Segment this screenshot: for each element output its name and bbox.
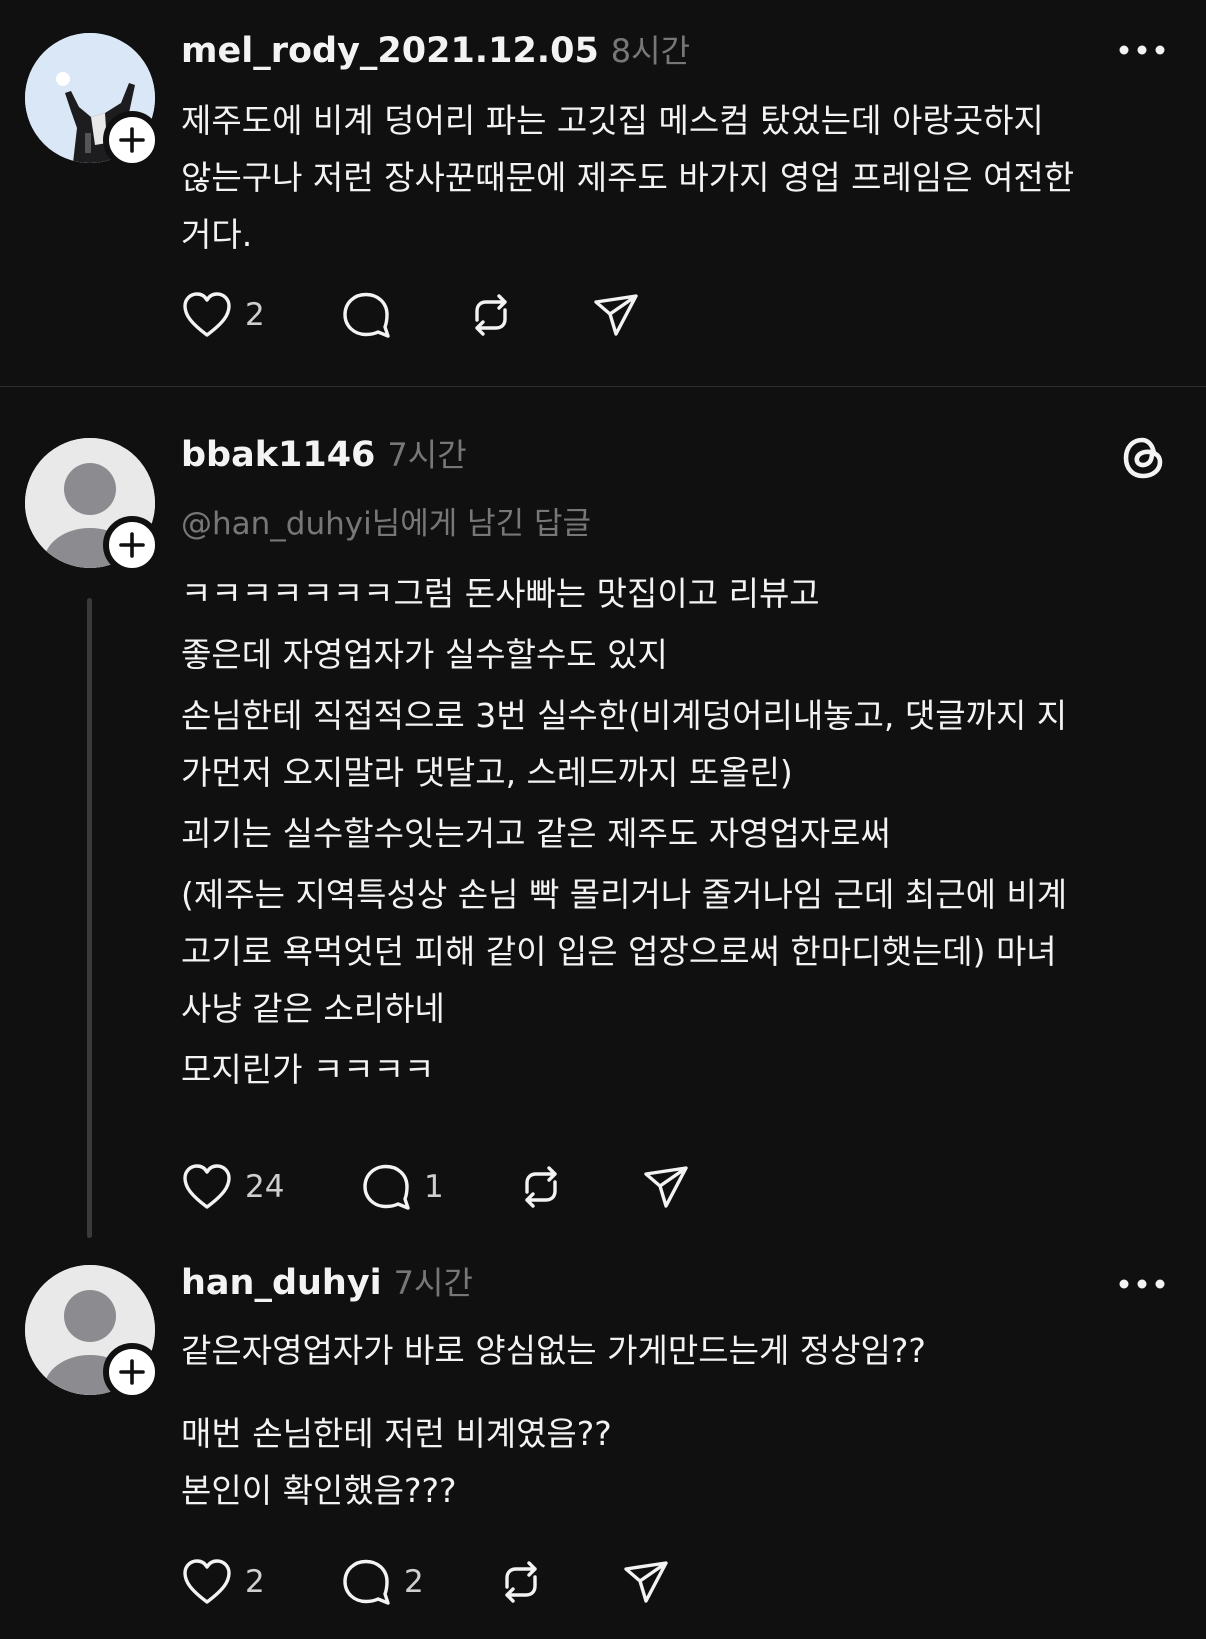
repost-icon [475,294,507,336]
like-count: 2 [245,1564,265,1600]
post-text-line: 고기로 욕먹엇던 피해 같이 입은 업장으로써 한마디햇는데) 마녀 [181,932,1057,971]
send-icon [624,1561,668,1603]
reply-to-label[interactable]: @han_duhyi님에게 남긴 답글 [181,498,591,543]
post-header: han_duhyi 7시간 [181,1258,473,1304]
heart-icon [183,1559,231,1604]
post-body: 같은자영업자가 바로 양심없는 가게만드는게 정상임?? 매번 손님한테 저런 … [181,1322,926,1519]
post-text-line: 않는구나 저런 장사꾼때문에 제주도 바가지 영업 프레임은 여전한 [181,158,1075,197]
username[interactable]: bbak1146 [181,435,375,475]
avatar[interactable] [25,438,161,574]
timestamp: 8시간 [610,32,691,70]
post-text-line: 모지린가 ㅋㅋㅋㅋ [181,1050,435,1089]
divider [0,386,1206,387]
post-text-line: 괴기는 실수할수잇는거고 같은 제주도 자영업자로써 [181,814,891,853]
comment-button[interactable]: 1 [360,1162,444,1212]
heart-icon [183,1164,231,1209]
plus-icon [119,532,145,558]
thread-line [87,598,92,1238]
avatar[interactable] [25,33,161,169]
post-text-line: 손님한테 직접적으로 3번 실수한(비계덩어리내놓고, 댓글까지 지 [181,696,1068,735]
like-button[interactable]: 24 [181,1162,284,1212]
reply-count: 1 [424,1169,444,1205]
post-text-line: (제주는 지역특성상 손님 빡 몰리거나 줄거나임 근데 최근에 비계 [181,875,1068,914]
repost-button[interactable] [495,1557,547,1607]
username[interactable]: han_duhyi [181,1263,382,1303]
like-count: 24 [245,1169,285,1205]
comment-icon [343,292,390,338]
comment-button[interactable] [340,290,404,340]
post-text-line: 매번 손님한테 저런 비계였음?? [181,1414,612,1453]
timestamp: 7시간 [393,1264,473,1302]
post-text-line: 사냥 같은 소리하네 [181,989,445,1028]
share-button[interactable] [620,1557,672,1607]
send-icon [594,294,638,336]
follow-plus-button[interactable] [103,516,161,574]
avatar[interactable] [25,1265,161,1401]
post-header: mel_rody_2021.12.05 8시간 [181,26,690,72]
send-icon [644,1166,688,1208]
username[interactable]: mel_rody_2021.12.05 [181,31,599,71]
post-body: ㅋㅋㅋㅋㅋㅋㅋ그럼 돈사빠는 맛집이고 리뷰고 좋은데 자영업자가 실수할수도 … [181,565,1067,1098]
like-button[interactable]: 2 [181,290,265,340]
comment-button[interactable]: 2 [340,1557,424,1607]
repost-icon [525,1166,557,1208]
repost-button[interactable] [465,290,517,340]
plus-icon [119,127,145,153]
like-button[interactable]: 2 [181,1557,265,1607]
more-icon[interactable] [1118,38,1166,66]
plus-icon [119,1359,145,1385]
post-text-line: 좋은데 자영업자가 실수할수도 있지 [181,635,668,674]
post-header: bbak1146 7시간 [181,430,467,476]
share-button[interactable] [640,1162,692,1212]
reply-count: 2 [404,1564,424,1600]
timestamp: 7시간 [387,436,467,474]
post-text-line: 제주도에 비계 덩어리 파는 고깃집 메스컴 탔었는데 아랑곳하지 [181,101,1044,140]
post-text-line: 거다. [181,215,253,254]
comment-icon [343,1559,390,1605]
repost-button[interactable] [515,1162,567,1212]
post-text-line: 같은자영업자가 바로 양심없는 가게만드는게 정상임?? [181,1331,926,1370]
post-body: 제주도에 비계 덩어리 파는 고깃집 메스컴 탔었는데 아랑곳하지 않는구나 저… [181,92,1074,263]
post-text-line: ㅋㅋㅋㅋㅋㅋㅋ그럼 돈사빠는 맛집이고 리뷰고 [181,574,820,613]
more-icon[interactable] [1118,1272,1166,1300]
like-count: 2 [245,297,265,333]
share-button[interactable] [590,290,642,340]
post-text-line: 본인이 확인했음??? [181,1471,457,1510]
heart-icon [183,292,231,337]
repost-icon [505,1561,537,1603]
post-text-line: 가먼저 오지말라 댓달고, 스레드까지 또올린) [181,753,793,792]
threads-logo-icon[interactable] [1118,432,1168,488]
follow-plus-button[interactable] [103,111,161,169]
comment-icon [363,1164,410,1210]
follow-plus-button[interactable] [103,1343,161,1401]
